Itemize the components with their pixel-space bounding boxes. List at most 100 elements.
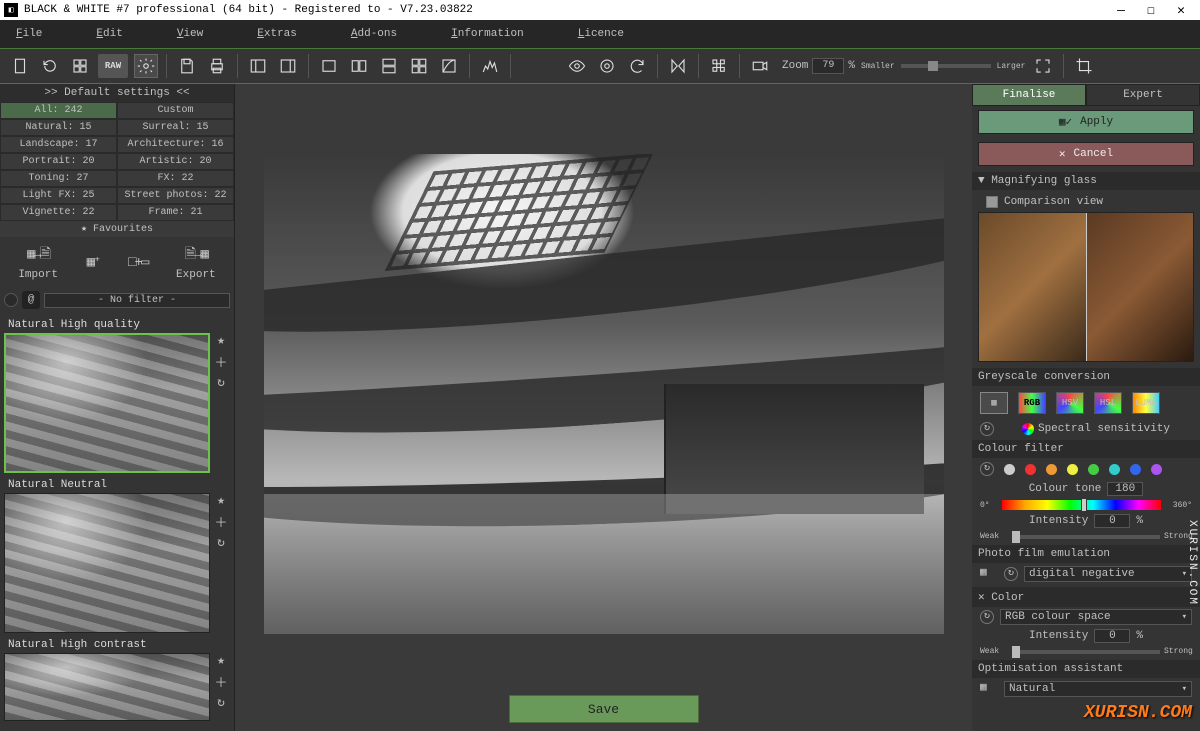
dot-orange[interactable] [1046,464,1057,475]
dot-blue[interactable] [1130,464,1141,475]
reset-colorspace-icon[interactable] [980,610,994,624]
conv-rgb-icon[interactable]: RGB [1018,392,1046,414]
print-icon[interactable] [205,54,229,78]
menu-file[interactable]: File [16,28,42,40]
film-dropdown[interactable]: digital negative [1024,566,1192,582]
cat-all[interactable]: All: 242 [0,102,117,119]
zoom-control[interactable]: Zoom 79 % [782,58,855,74]
close-button[interactable]: ✕ [1166,3,1196,18]
crop-icon[interactable] [1072,54,1096,78]
conv-luma-icon[interactable]: LUMA [1132,392,1160,414]
reset-spectral-icon[interactable] [980,422,994,436]
menu-extras[interactable]: Extras [257,28,297,40]
grid-plus-button[interactable]: ▦⁺ [87,254,100,271]
cat-vignette[interactable]: Vignette: 22 [0,204,117,221]
colorspace-dropdown[interactable]: RGB colour space [1000,609,1192,625]
apply-button[interactable]: ▦✓ Apply [978,110,1194,134]
preset-thumbnail[interactable] [4,333,210,473]
favourites-bar[interactable]: Favourites [0,221,234,237]
colour-tone-value[interactable]: 180 [1107,482,1143,496]
cat-architecture[interactable]: Architecture: 16 [117,136,234,153]
menu-licence[interactable]: Licence [578,28,624,40]
reset-film-icon[interactable] [1004,567,1018,581]
dot-white[interactable] [1004,464,1015,475]
eye-after-icon[interactable] [595,54,619,78]
intensity2-slider[interactable] [1012,650,1160,654]
menu-information[interactable]: Information [451,28,524,40]
magnifier-head[interactable]: ▼ Magnifying glass [972,172,1200,190]
curve-overlay-icon[interactable] [437,54,461,78]
split-v-icon[interactable] [377,54,401,78]
at-icon[interactable]: @ [22,291,40,309]
cancel-button[interactable]: ✕ Cancel [978,142,1194,166]
conv-hsl-icon[interactable]: HSL [1094,392,1122,414]
video-icon[interactable] [748,54,772,78]
fav-star-icon[interactable]: ★ [217,333,225,348]
film-grid-icon[interactable]: ▦ [980,565,998,583]
single-view-icon[interactable] [317,54,341,78]
opt-grid-icon[interactable]: ▦ [980,680,998,698]
cat-portrait[interactable]: Portrait: 20 [0,153,117,170]
opt-dropdown[interactable]: Natural [1004,681,1192,697]
cat-landscape[interactable]: Landscape: 17 [0,136,117,153]
filter-dropdown[interactable]: - No filter - [44,293,230,308]
cat-frame[interactable]: Frame: 21 [117,204,234,221]
preset-item[interactable]: Natural Neutral ★ ＋ ↻ [4,477,230,633]
cat-artistic[interactable]: Artistic: 20 [117,153,234,170]
panel-left-icon[interactable] [246,54,270,78]
intensity2-value[interactable]: 0 [1094,629,1130,643]
minimize-button[interactable]: — [1106,3,1136,18]
revert-icon[interactable] [38,54,62,78]
color-filter-icon[interactable] [4,293,18,307]
color-head[interactable]: ✕ Color [972,587,1200,607]
dot-yellow[interactable] [1067,464,1078,475]
redo-icon[interactable] [625,54,649,78]
zoom-fit-icon[interactable] [1031,54,1055,78]
panel-right-icon[interactable] [276,54,300,78]
split-h-icon[interactable] [347,54,371,78]
quad-view-icon[interactable] [407,54,431,78]
magnifier-view[interactable] [978,212,1194,362]
eye-before-icon[interactable] [565,54,589,78]
dot-cyan[interactable] [1109,464,1120,475]
fav-star-icon[interactable]: ★ [217,493,225,508]
zoom-slider[interactable] [901,64,991,68]
tab-expert[interactable]: Expert [1086,84,1200,106]
menu-edit[interactable]: Edit [96,28,122,40]
raw-icon[interactable]: RAW [98,54,128,78]
conv-mix-icon[interactable]: ▦ [980,392,1008,414]
spectral-label[interactable]: Spectral sensitivity [1038,423,1170,435]
add-icon[interactable]: ＋ [214,672,227,691]
cat-surreal[interactable]: Surreal: 15 [117,119,234,136]
refresh-icon[interactable]: ↻ [217,375,225,390]
refresh-icon[interactable]: ↻ [217,535,225,550]
preset-item[interactable]: Natural High contrast ★ ＋ ↻ [4,637,230,721]
hue-slider[interactable] [1002,500,1161,510]
dot-red[interactable] [1025,464,1036,475]
preset-thumbnail[interactable] [4,653,210,721]
add-icon[interactable]: ＋ [214,512,227,531]
save-button[interactable]: Save [509,695,699,723]
flip-h-icon[interactable] [666,54,690,78]
add-frame-button[interactable]: □+▭ [128,254,147,271]
preset-thumbnail[interactable] [4,493,210,633]
histogram-icon[interactable] [478,54,502,78]
checker-icon[interactable] [707,54,731,78]
image-canvas[interactable] [264,154,944,634]
cat-toning[interactable]: Toning: 27 [0,170,117,187]
refresh-icon[interactable]: ↻ [217,695,225,710]
export-button[interactable]: 🗎→▦ Export [176,243,216,281]
menu-addons[interactable]: Add-ons [351,28,397,40]
zoom-value[interactable]: 79 [812,58,844,74]
settings-icon[interactable] [134,54,158,78]
dot-purple[interactable] [1151,464,1162,475]
menu-view[interactable]: View [177,28,203,40]
dot-green[interactable] [1088,464,1099,475]
preset-item[interactable]: Natural High quality ★ ＋ ↻ [4,317,230,473]
tab-finalise[interactable]: Finalise [972,84,1086,106]
cat-street[interactable]: Street photos: 22 [117,187,234,204]
cat-lightfx[interactable]: Light FX: 25 [0,187,117,204]
new-file-icon[interactable] [8,54,32,78]
comparison-checkbox[interactable] [986,196,998,208]
maximize-button[interactable]: ☐ [1136,3,1166,18]
